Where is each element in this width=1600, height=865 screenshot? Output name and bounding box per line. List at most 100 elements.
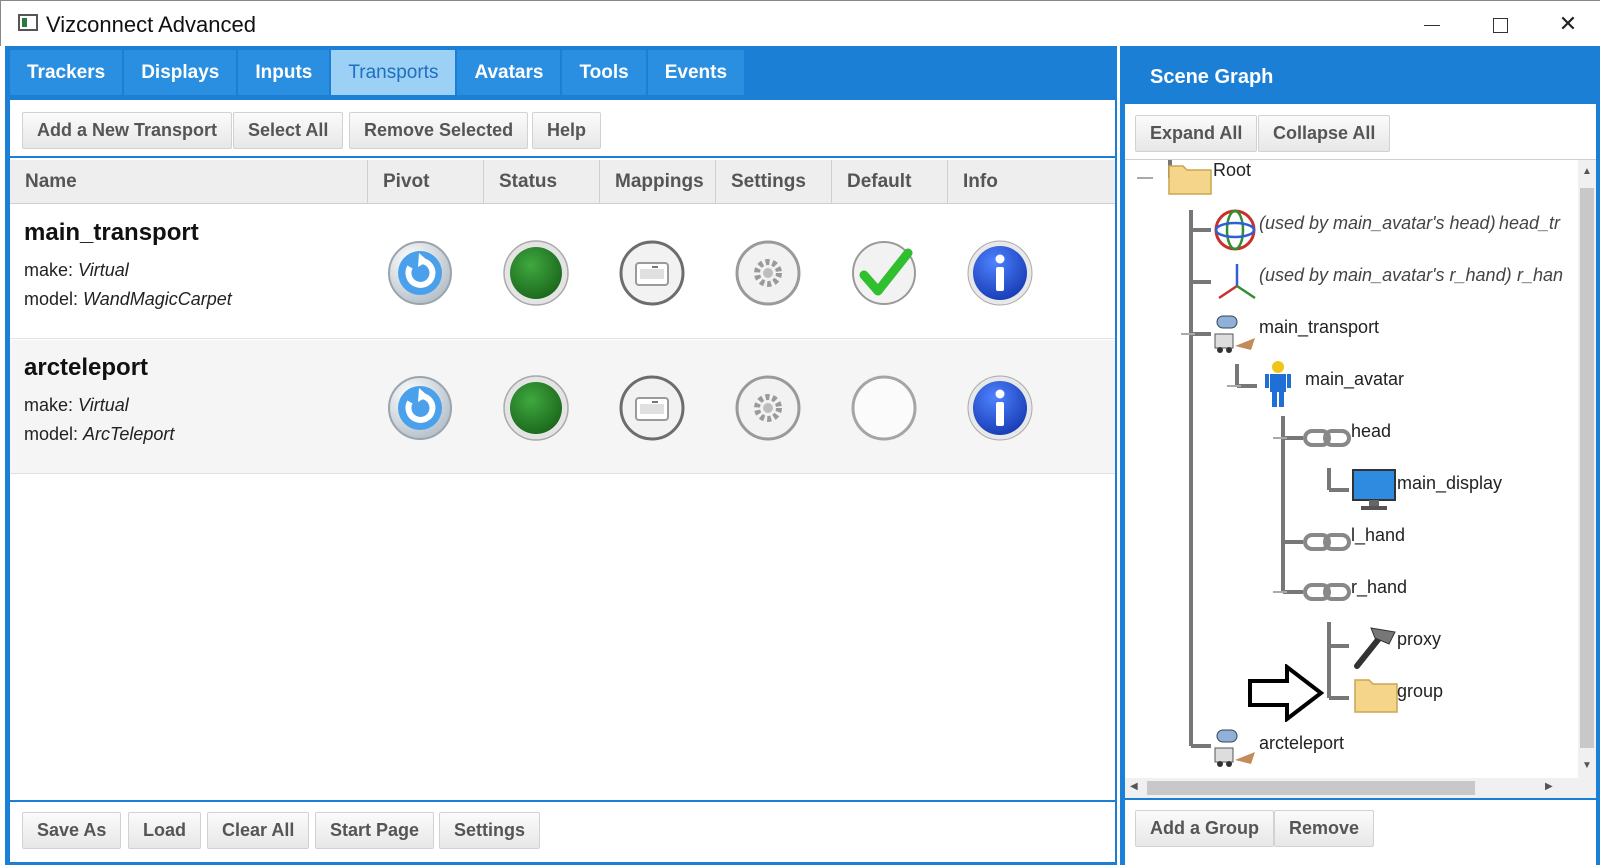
arrow-right-icon: [1247, 662, 1325, 727]
close-icon[interactable]: ✕: [1545, 7, 1591, 41]
transport-name: main_transport: [24, 219, 199, 246]
scene-tree: Root (used by main_avatar's head) head_t…: [1125, 160, 1578, 778]
scene-graph-body: Expand All Collapse All Root (used by ma…: [1125, 104, 1596, 865]
status-icon[interactable]: [502, 239, 570, 307]
tab-transports[interactable]: Transports: [331, 50, 458, 95]
scene-graph-bottom-bar: Add a Group Remove: [1125, 798, 1596, 865]
monitor-icon[interactable]: [1351, 468, 1397, 517]
tab-displays[interactable]: Displays: [124, 50, 239, 95]
help-button[interactable]: Help: [532, 112, 602, 149]
column-pivot[interactable]: Pivot: [368, 160, 484, 204]
node-root[interactable]: Root: [1213, 160, 1251, 181]
link-chain-icon[interactable]: [1303, 580, 1351, 609]
horizontal-scroll-thumb[interactable]: [1147, 781, 1475, 795]
collapse-all-button[interactable]: Collapse All: [1258, 115, 1391, 152]
node-group[interactable]: group: [1397, 681, 1443, 702]
select-all-button[interactable]: Select All: [233, 112, 344, 149]
pivot-icon[interactable]: [386, 239, 454, 307]
transports-toolbar: Add a New Transport Select All Remove Se…: [10, 100, 1115, 158]
column-info[interactable]: Info: [948, 160, 1064, 204]
clear-all-button[interactable]: Clear All: [207, 812, 310, 849]
node-head-tracker-note[interactable]: (used by main_avatar's head): [1259, 213, 1496, 234]
node-head[interactable]: head: [1351, 421, 1391, 442]
node-proxy[interactable]: proxy: [1397, 629, 1441, 650]
node-main-avatar[interactable]: main_avatar: [1305, 369, 1404, 390]
scroll-down-icon[interactable]: ▼: [1582, 760, 1592, 771]
pivot-icon[interactable]: [386, 374, 454, 442]
node-arcteleport[interactable]: arcteleport: [1259, 733, 1344, 754]
node-head-tracker[interactable]: head_tr: [1499, 213, 1560, 234]
node-l-hand[interactable]: l_hand: [1351, 525, 1405, 546]
column-default[interactable]: Default: [832, 160, 948, 204]
default-checked-icon[interactable]: [850, 239, 918, 307]
tracker-gizmo-icon[interactable]: [1213, 208, 1257, 257]
vertical-scroll-thumb[interactable]: [1580, 188, 1594, 748]
column-settings[interactable]: Settings: [716, 160, 832, 204]
scene-graph-title: Scene Graph: [1150, 66, 1274, 88]
title-bar: Vizconnect Advanced ✕: [0, 0, 1600, 46]
scene-graph-toolbar: Expand All Collapse All: [1125, 104, 1596, 160]
load-button[interactable]: Load: [128, 812, 201, 849]
minimize-icon[interactable]: [1409, 7, 1455, 41]
transport-name: arcteleport: [24, 354, 149, 381]
mappings-icon[interactable]: [618, 239, 686, 307]
node-r-hand[interactable]: r_hand: [1351, 577, 1407, 598]
start-page-button[interactable]: Start Page: [315, 812, 435, 849]
tab-bar: Trackers Displays Inputs Transports Avat…: [10, 50, 747, 95]
table-row[interactable]: arcteleport make: Virtual model: ArcTele…: [10, 340, 1115, 474]
transport-model: model: WandMagicCarpet: [24, 289, 232, 309]
app-icon: [18, 14, 38, 31]
tab-trackers[interactable]: Trackers: [10, 50, 125, 95]
maximize-icon[interactable]: [1477, 7, 1523, 41]
grid-header: Name Pivot Status Mappings Settings Defa…: [10, 160, 1115, 204]
column-mappings[interactable]: Mappings: [600, 160, 716, 204]
tab-avatars[interactable]: Avatars: [457, 50, 563, 95]
transport-vehicle-icon[interactable]: [1211, 726, 1257, 775]
default-unchecked-icon[interactable]: [850, 374, 918, 442]
scroll-left-icon[interactable]: ◀: [1130, 781, 1138, 792]
window-title: Vizconnect Advanced: [46, 12, 256, 37]
add-group-button[interactable]: Add a Group: [1135, 810, 1274, 847]
scene-graph-panel: Scene Graph Expand All Collapse All Root…: [1120, 46, 1600, 865]
transport-make: make: Virtual: [24, 260, 129, 280]
info-icon[interactable]: [966, 374, 1034, 442]
expand-all-button[interactable]: Expand All: [1135, 115, 1258, 152]
settings-gear-icon[interactable]: [734, 374, 802, 442]
node-main-transport[interactable]: main_transport: [1259, 317, 1379, 338]
link-chain-icon[interactable]: [1303, 530, 1351, 559]
folder-icon[interactable]: [1167, 160, 1213, 201]
axes-icon[interactable]: [1215, 260, 1259, 309]
transports-panel: Trackers Displays Inputs Transports Avat…: [5, 46, 1117, 865]
status-icon[interactable]: [502, 374, 570, 442]
node-rhand-tracker-note[interactable]: (used by main_avatar's r_hand): [1259, 265, 1512, 286]
link-chain-icon[interactable]: [1303, 426, 1351, 455]
transport-make: make: Virtual: [24, 395, 129, 415]
info-icon[interactable]: [966, 239, 1034, 307]
bottom-toolbar: Save As Load Clear All Start Page Settin…: [10, 800, 1115, 862]
hammer-icon[interactable]: [1351, 622, 1397, 675]
add-new-transport-button[interactable]: Add a New Transport: [22, 112, 233, 149]
mappings-icon[interactable]: [618, 374, 686, 442]
column-status[interactable]: Status: [484, 160, 600, 204]
settings-gear-icon[interactable]: [734, 239, 802, 307]
tab-content: Add a New Transport Select All Remove Se…: [10, 100, 1115, 862]
column-name[interactable]: Name: [10, 160, 368, 204]
node-rhand-tracker[interactable]: r_han: [1517, 265, 1563, 286]
node-main-display[interactable]: main_display: [1397, 473, 1502, 494]
tab-inputs[interactable]: Inputs: [238, 50, 332, 95]
scroll-up-icon[interactable]: ▲: [1582, 166, 1592, 177]
remove-selected-button[interactable]: Remove Selected: [349, 112, 529, 149]
vertical-scrollbar[interactable]: ▲ ▼: [1578, 160, 1596, 778]
table-row[interactable]: main_transport make: Virtual model: Wand…: [10, 205, 1115, 339]
scroll-right-icon[interactable]: ▶: [1545, 781, 1553, 792]
folder-icon[interactable]: [1353, 674, 1399, 719]
save-as-button[interactable]: Save As: [22, 812, 122, 849]
horizontal-scrollbar[interactable]: ◀ ▶: [1125, 778, 1596, 798]
tab-events[interactable]: Events: [647, 50, 747, 95]
remove-button[interactable]: Remove: [1274, 810, 1375, 847]
tab-tools[interactable]: Tools: [562, 50, 648, 95]
transport-model: model: ArcTeleport: [24, 424, 175, 444]
transport-vehicle-icon[interactable]: [1211, 312, 1257, 361]
avatar-person-icon[interactable]: [1263, 360, 1293, 413]
settings-button[interactable]: Settings: [439, 812, 541, 849]
